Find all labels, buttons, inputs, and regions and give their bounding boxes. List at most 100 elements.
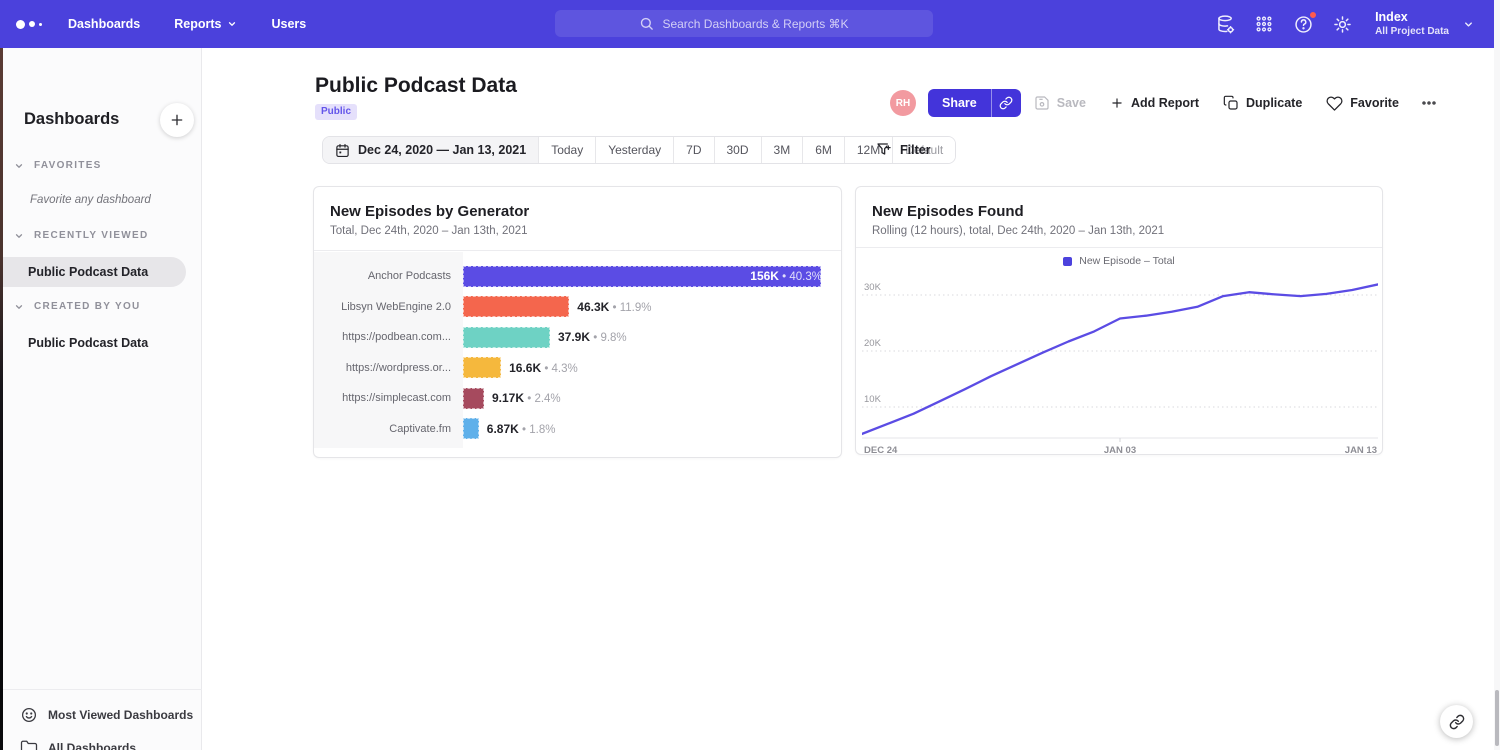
more-icon bbox=[1419, 95, 1439, 111]
favorite-button[interactable]: Favorite bbox=[1326, 95, 1399, 112]
add-dashboard-button[interactable] bbox=[160, 103, 194, 137]
add-report-button[interactable]: Add Report bbox=[1110, 96, 1199, 110]
navbar-right-cluster: Index All Project Data bbox=[1215, 0, 1474, 48]
share-split-button: Share bbox=[928, 89, 1021, 117]
floating-link-button[interactable] bbox=[1440, 705, 1473, 738]
preset-30d[interactable]: 30D bbox=[714, 137, 761, 163]
x-tick-label: JAN 03 bbox=[1104, 445, 1136, 456]
sidebar-item-public-podcast-data-selected[interactable]: Public Podcast Data bbox=[0, 257, 186, 287]
apps-grid-icon[interactable] bbox=[1254, 14, 1274, 34]
search-input[interactable]: Search Dashboards & Reports ⌘K bbox=[555, 10, 933, 37]
nav-item-reports[interactable]: Reports bbox=[174, 17, 237, 31]
scrollbar-thumb[interactable] bbox=[1495, 690, 1499, 746]
bar-category-label: Libsyn WebEngine 2.0 bbox=[314, 301, 463, 313]
save-icon bbox=[1034, 95, 1050, 111]
duplicate-icon bbox=[1223, 95, 1239, 111]
sidebar-footer-divider bbox=[0, 689, 202, 690]
duplicate-label: Duplicate bbox=[1246, 96, 1302, 110]
share-button[interactable]: Share bbox=[928, 89, 991, 117]
preset-today[interactable]: Today bbox=[538, 137, 595, 163]
bar[interactable] bbox=[463, 296, 569, 317]
filter-label: Filter bbox=[900, 143, 931, 157]
bar-category-label: Anchor Podcasts bbox=[314, 270, 463, 282]
smiley-icon bbox=[20, 706, 38, 724]
bar-row: Libsyn WebEngine 2.0 46.3K • 11.9% bbox=[314, 292, 831, 323]
link-icon bbox=[999, 96, 1013, 110]
avatar[interactable]: RH bbox=[890, 90, 916, 116]
notification-badge bbox=[1309, 11, 1317, 19]
legend-label: New Episode – Total bbox=[1079, 255, 1175, 267]
bar-value-label: 37.9K • 9.8% bbox=[558, 330, 627, 344]
project-name: Index bbox=[1375, 10, 1449, 25]
search-icon bbox=[639, 16, 654, 31]
bar-value-label: 46.3K • 11.9% bbox=[577, 300, 651, 314]
data-sources-icon[interactable] bbox=[1215, 14, 1235, 34]
line-series bbox=[862, 284, 1378, 434]
bar-row: https://simplecast.com9.17K • 2.4% bbox=[314, 383, 831, 414]
preset-3m[interactable]: 3M bbox=[761, 137, 803, 163]
sidebar-section-created-by-you[interactable]: CREATED BY YOU bbox=[14, 301, 141, 312]
bar-value-label: 6.87K • 1.8% bbox=[487, 422, 556, 436]
chevron-down-icon bbox=[14, 231, 24, 241]
duplicate-button[interactable]: Duplicate bbox=[1223, 95, 1302, 111]
bar-value-label: 9.17K • 2.4% bbox=[492, 391, 561, 405]
chevron-down-icon bbox=[227, 19, 237, 29]
bar-row: https://wordpress.or...16.6K • 4.3% bbox=[314, 353, 831, 384]
folder-icon bbox=[20, 739, 38, 750]
sidebar-item-most-viewed-dashboards[interactable]: Most Viewed Dashboards bbox=[0, 698, 202, 731]
bar-track: 6.87K • 1.8% bbox=[463, 418, 831, 439]
project-selector[interactable]: Index All Project Data bbox=[1375, 10, 1474, 38]
card-header: New Episodes Found Rolling (12 hours), t… bbox=[856, 187, 1382, 248]
more-menu-button[interactable] bbox=[1419, 95, 1439, 111]
sidebar-section-recently-viewed[interactable]: RECENTLY VIEWED bbox=[14, 230, 149, 241]
chevron-down-icon bbox=[14, 302, 24, 312]
bar[interactable] bbox=[463, 388, 484, 409]
save-label: Save bbox=[1057, 96, 1086, 110]
share-link-button[interactable] bbox=[991, 89, 1021, 117]
save-button[interactable]: Save bbox=[1034, 95, 1086, 111]
card-new-episodes-by-generator: New Episodes by Generator Total, Dec 24t… bbox=[313, 186, 842, 458]
sidebar-item-public-podcast-data[interactable]: Public Podcast Data bbox=[28, 336, 148, 350]
chart-legend: New Episode – Total bbox=[856, 255, 1382, 267]
sidebar-item-all-dashboards[interactable]: All Dashboards bbox=[0, 731, 202, 750]
preset-7d[interactable]: 7D bbox=[673, 137, 713, 163]
bar[interactable] bbox=[463, 418, 479, 439]
legend-swatch bbox=[1063, 257, 1072, 266]
favorites-empty-hint: Favorite any dashboard bbox=[30, 194, 151, 206]
project-scope: All Project Data bbox=[1375, 25, 1449, 38]
date-range-value: Dec 24, 2020 — Jan 13, 2021 bbox=[358, 143, 526, 157]
bar-value-label: 156K • 40.3% bbox=[750, 269, 822, 283]
date-range-picker[interactable]: Dec 24, 2020 — Jan 13, 2021 bbox=[323, 137, 538, 163]
bar-chart: Anchor Podcasts 156K • 40.3% Libsyn WebEng… bbox=[314, 261, 831, 444]
bar-track: 156K • 40.3% bbox=[463, 266, 831, 287]
add-report-label: Add Report bbox=[1131, 96, 1199, 110]
nav-item-label: Reports bbox=[174, 17, 221, 31]
nav-item-dashboards[interactable]: Dashboards bbox=[68, 17, 140, 31]
top-navbar: Dashboards Reports Users Search Dashboar… bbox=[0, 0, 1494, 48]
y-tick-label: 20K bbox=[864, 338, 882, 349]
app-logo-icon[interactable] bbox=[16, 20, 60, 29]
bar[interactable] bbox=[463, 357, 501, 378]
bar-category-label: https://podbean.com... bbox=[314, 331, 463, 343]
preset-6m[interactable]: 6M bbox=[802, 137, 844, 163]
sidebar-footer-label: All Dashboards bbox=[48, 741, 136, 750]
favorite-label: Favorite bbox=[1350, 96, 1399, 110]
line-chart: 10K20K30KDEC 24JAN 03JAN 13 bbox=[862, 271, 1378, 459]
preset-yesterday[interactable]: Yesterday bbox=[595, 137, 673, 163]
date-range-bar: Dec 24, 2020 — Jan 13, 2021 Today Yester… bbox=[322, 136, 956, 164]
search-placeholder: Search Dashboards & Reports ⌘K bbox=[662, 17, 848, 31]
bar-track: 46.3K • 11.9% bbox=[463, 296, 831, 317]
bar[interactable] bbox=[463, 327, 550, 348]
settings-gear-icon[interactable] bbox=[1332, 14, 1352, 34]
card-header: New Episodes by Generator Total, Dec 24t… bbox=[314, 187, 841, 251]
x-tick-label: DEC 24 bbox=[864, 445, 898, 456]
line-chart-svg: 10K20K30KDEC 24JAN 03JAN 13 bbox=[862, 271, 1378, 459]
help-icon[interactable] bbox=[1293, 14, 1313, 34]
bar-track: 9.17K • 2.4% bbox=[463, 388, 831, 409]
sidebar-section-favorites[interactable]: FAVORITES bbox=[14, 160, 102, 171]
filter-button[interactable]: Filter bbox=[876, 136, 931, 164]
nav-item-users[interactable]: Users bbox=[271, 17, 306, 31]
bar-category-label: https://wordpress.or... bbox=[314, 362, 463, 374]
visibility-badge: Public bbox=[315, 104, 357, 120]
chevron-down-icon bbox=[14, 161, 24, 171]
